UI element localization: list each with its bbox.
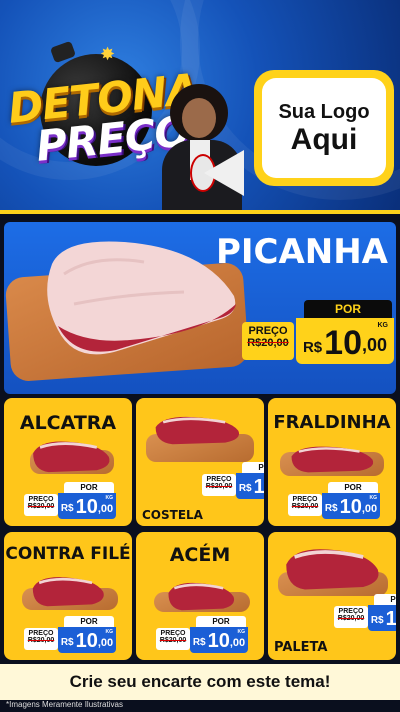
previous-price-label: PREÇO (160, 630, 186, 637)
por-label: POR (64, 482, 114, 493)
previous-price: PREÇO R$20,00 (24, 494, 58, 516)
por-label: POR (328, 482, 378, 493)
previous-price-label: PREÇO (338, 608, 364, 615)
divider (0, 210, 400, 214)
currency: R$ (324, 503, 338, 514)
price-decimal: ,00 (361, 503, 378, 515)
product-name: FRALDINHA (273, 412, 391, 433)
megaphone-icon (190, 150, 244, 196)
previous-price-label: PREÇO (28, 630, 54, 637)
product-card[interactable]: FRALDINHA POR PREÇO R$20,00 R$ 10,00 KG (268, 398, 396, 526)
price-integer: 10 (75, 496, 98, 518)
price-decimal: ,00 (97, 637, 114, 649)
logo-text-line-2: Aqui (290, 122, 358, 156)
current-price: R$10,00 KG (58, 493, 116, 519)
previous-price-label: PREÇO (292, 496, 318, 503)
featured-product-name: PICANHA (215, 232, 388, 272)
previous-price: PREÇO R$20,00 (334, 606, 368, 628)
product-card[interactable]: ACÉM POR PREÇO R$20,00 R$ 10,00 KG (136, 532, 264, 660)
unit-label: KG (105, 629, 114, 635)
currency: R$ (60, 637, 74, 648)
previous-price: PREÇO R$20,00 (202, 474, 236, 496)
meat-image (33, 441, 110, 473)
previous-price-label: PREÇO (28, 496, 54, 503)
previous-price: PREÇO R$20,00 (288, 494, 322, 516)
previous-price-label: PREÇO (248, 325, 288, 337)
logo-text-line-1: Sua Logo (278, 100, 370, 123)
product-card[interactable]: PALETA POR PREÇOR$20,00R$10,00KG (268, 532, 396, 660)
spark-icon: ✸ (100, 44, 116, 64)
old-price: R$20,00 (159, 637, 187, 644)
meat-image (291, 446, 374, 473)
old-price: R$20,00 (27, 503, 55, 510)
meat-image (32, 577, 104, 607)
product-card[interactable]: CONTRA FILÉ POR PREÇO R$20,00 R$ 10,00 KG (4, 532, 132, 660)
price-integer: 10 (324, 324, 362, 362)
old-price: R$20,00 (205, 483, 233, 490)
current-price: R$10,00KG (368, 605, 396, 631)
current-price: R$10,00 KG (190, 627, 248, 653)
price-tag: PORPREÇOR$20,00R$10,00KG (24, 616, 116, 656)
product-name: ACÉM (169, 544, 231, 566)
featured-product-card[interactable]: PICANHA POR PREÇO R$20,00 R$ 10 ,00 KG (4, 222, 396, 394)
product-card[interactable]: COSTELA POR PREÇOR$20,00R$10,00KG (136, 398, 264, 526)
por-label: POR (196, 616, 246, 627)
meat-image (286, 549, 379, 590)
old-price: R$20,00 (27, 637, 55, 644)
current-price: R$10,00 KG (58, 627, 116, 653)
por-label: POR (304, 300, 392, 318)
product-card[interactable]: ALCATRA POR PREÇO R$20,00 R$ 10,00 KG (4, 398, 132, 526)
price-integer: 10 (339, 496, 362, 518)
featured-price-tag: POR PREÇO R$20,00 R$ 10 ,00 KG (238, 300, 394, 370)
old-price: R$20,00 (337, 615, 365, 622)
logo-placeholder[interactable]: Sua Logo Aqui (254, 70, 394, 186)
currency: R$ (302, 339, 323, 356)
current-price: R$10,00KG (236, 473, 264, 499)
price-integer: 10 (385, 608, 396, 630)
currency: R$ (238, 483, 252, 494)
unit-label: KG (105, 495, 114, 501)
price-tag: PORPREÇOR$20,00R$10,00KG (288, 482, 380, 522)
price-integer: 10 (75, 630, 98, 652)
price-decimal: ,00 (229, 637, 246, 649)
old-price: R$20,00 (247, 337, 289, 349)
product-name: COSTELA (142, 508, 203, 522)
previous-price: PREÇO R$20,00 (242, 322, 294, 360)
unit-label: KG (377, 322, 389, 329)
current-price: R$ 10 ,00 KG (296, 318, 394, 364)
current-price: R$10,00 KG (322, 493, 380, 519)
disclaimer: *Imagens Meramente Ilustrativas (6, 700, 123, 709)
price-tag: PORPREÇOR$20,00R$10,00KG (156, 616, 248, 656)
price-tag: PORPREÇOR$20,00R$10,00KG (24, 482, 116, 522)
unit-label: KG (237, 629, 246, 635)
unit-label: KG (369, 495, 378, 501)
price-tag: POR PREÇOR$20,00R$10,00KG (334, 594, 396, 634)
previous-price-label: PREÇO (206, 476, 232, 483)
price-decimal: ,00 (361, 335, 388, 355)
currency: R$ (370, 615, 384, 626)
currency: R$ (60, 503, 74, 514)
price-integer: 10 (207, 630, 230, 652)
price-integer: 10 (253, 476, 264, 498)
product-name: ALCATRA (19, 412, 117, 434)
por-label: POR (64, 616, 114, 627)
price-decimal: ,00 (97, 503, 114, 515)
old-price: R$20,00 (291, 503, 319, 510)
por-label: POR (374, 594, 396, 605)
previous-price: PREÇO R$20,00 (24, 628, 58, 650)
cta-banner[interactable]: Crie seu encarte com este tema! (0, 664, 400, 700)
price-tag: POR PREÇOR$20,00R$10,00KG (202, 462, 264, 502)
product-name: PALETA (274, 640, 328, 655)
product-name: CONTRA FILÉ (5, 544, 131, 564)
por-label: POR (242, 462, 264, 473)
currency: R$ (192, 637, 206, 648)
meat-image (168, 582, 235, 611)
meat-image (155, 416, 240, 445)
picanha-image (47, 241, 236, 355)
previous-price: PREÇO R$20,00 (156, 628, 190, 650)
header-banner: ✸ DETONA PREÇO Sua Logo Aqui (0, 0, 400, 212)
